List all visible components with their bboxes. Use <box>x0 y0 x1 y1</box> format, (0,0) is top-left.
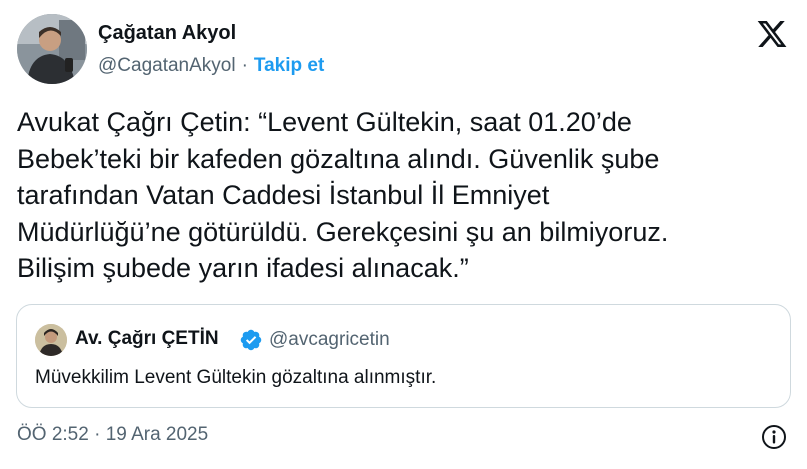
tweet-text-line: Avukat Çağrı Çetin: “Levent Gültekin, sa… <box>17 107 632 137</box>
meta-separator: · <box>241 55 248 76</box>
quote-avatar <box>35 324 67 356</box>
info-icon[interactable] <box>761 424 787 450</box>
author-handle[interactable]: @CagatanAkyol <box>98 55 236 76</box>
x-logo-icon[interactable] <box>755 18 789 50</box>
author-avatar-image <box>17 14 87 84</box>
author-name[interactable]: Çağatan Akyol <box>98 22 236 45</box>
tweet-text-line: Müdürlüğü’ne götürüldü. Gerekçesini şu a… <box>17 216 669 247</box>
quote-author-name: Av. Çağrı ÇETİN <box>75 328 219 349</box>
verified-badge-icon <box>239 328 263 352</box>
tweet-timestamp[interactable]: ÖÖ 2:52 · 19 Ara 2025 <box>17 424 208 446</box>
tweet-card: Çağatan Akyol @CagatanAkyol · Takip et Avu… <box>0 0 807 469</box>
tweet-text-line: Bilişim şubede yarın ifadesi alınacak.” <box>17 253 469 283</box>
tweet-text-line: Bebek’teki bir kafeden gözaltına alındı.… <box>17 143 660 174</box>
tweet-text: Avukat Çağrı Çetin: “Levent Gültekin, sa… <box>17 104 777 287</box>
quoted-tweet[interactable]: Av. Çağrı ÇETİN @avcagricetin Müvekkilim… <box>16 304 791 408</box>
quote-avatar-image <box>35 324 67 356</box>
author-avatar[interactable] <box>17 14 87 84</box>
quote-author-handle: @avcagricetin <box>269 329 390 350</box>
quote-text: Müvekkilim Levent Gültekin gözaltına alı… <box>35 367 437 388</box>
author-meta: @CagatanAkyol · Takip et <box>98 55 324 77</box>
tweet-text-line: tarafından Vatan Caddesi İstanbul İl Emn… <box>17 180 550 210</box>
follow-button[interactable]: Takip et <box>254 55 324 76</box>
